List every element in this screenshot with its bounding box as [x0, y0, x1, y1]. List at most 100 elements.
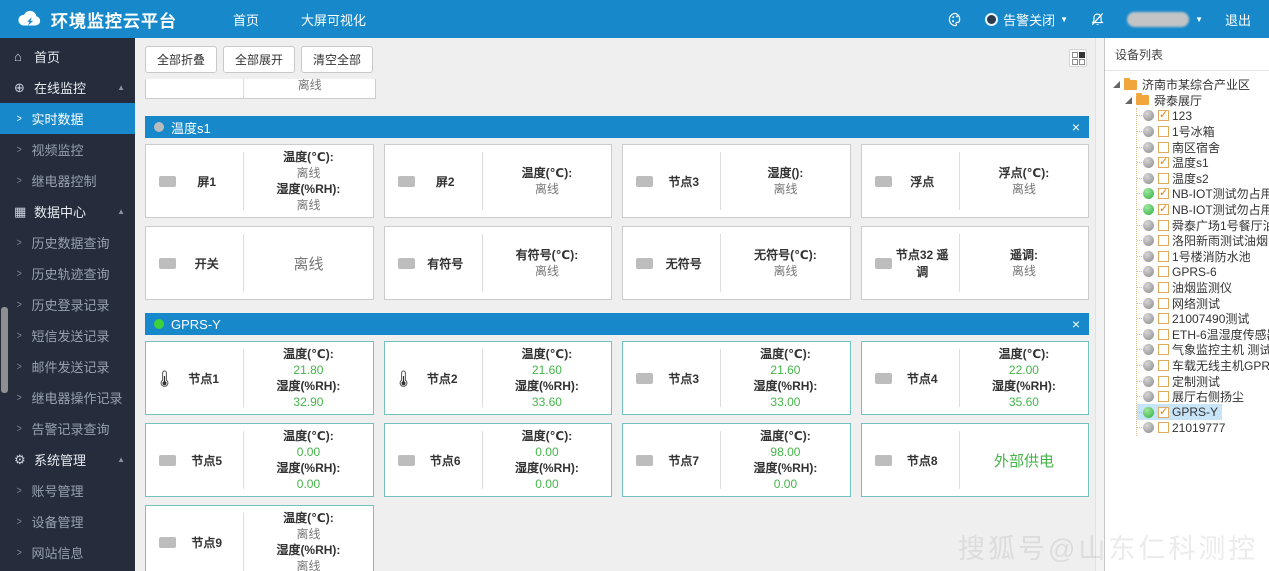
device-checkbox[interactable] — [1158, 235, 1169, 246]
device-checkbox[interactable] — [1158, 173, 1169, 184]
toolbar-button-0[interactable]: 全部折叠 — [145, 46, 217, 73]
panel-close-icon[interactable] — [1072, 317, 1080, 331]
device-checkbox[interactable] — [1158, 266, 1169, 277]
device-tree-item[interactable]: 油烟监测仪 — [1137, 280, 1236, 296]
device-checkbox[interactable] — [1158, 188, 1169, 199]
device-card[interactable]: 节点3 湿度():离线 — [622, 144, 851, 218]
device-tree-item[interactable]: 温度s1 — [1137, 155, 1213, 171]
sidebar-item-11[interactable]: > 继电器操作记录 — [0, 382, 135, 413]
device-checkbox[interactable] — [1158, 329, 1169, 340]
device-card[interactable]: 开关 离线 — [145, 226, 374, 300]
device-tree-item[interactable]: GPRS-Y — [1137, 404, 1222, 420]
device-tree-item[interactable]: ETH-6温湿度传感器 — [1137, 327, 1269, 343]
sidebar-item-2[interactable]: > 实时数据 — [0, 103, 135, 134]
device-tree-item[interactable]: 南区宿舍 — [1137, 139, 1224, 155]
device-card-partial[interactable]: 离线 — [145, 79, 376, 99]
tree-sub-folder[interactable]: 舜泰展厅 — [1125, 93, 1206, 109]
device-tree-item[interactable]: NB-IOT测试勿占用210 — [1137, 202, 1269, 218]
device-checkbox[interactable] — [1158, 376, 1169, 387]
device-checkbox[interactable] — [1158, 344, 1169, 355]
panel-header[interactable]: 温度s1 — [145, 116, 1089, 138]
device-card[interactable]: 节点7 温度(℃):98.00湿度(%RH):0.00 — [622, 423, 851, 497]
device-tree-item[interactable]: 1号冰箱 — [1137, 124, 1219, 140]
device-tree-item[interactable]: 123 — [1137, 108, 1196, 124]
device-card[interactable]: 浮点 浮点(℃):离线 — [861, 144, 1090, 218]
main-scrollbar[interactable] — [1095, 38, 1104, 571]
device-card[interactable]: 节点8 外部供电 — [861, 423, 1090, 497]
device-checkbox[interactable] — [1158, 422, 1169, 433]
device-card[interactable]: 节点3 温度(℃):21.60湿度(%RH):33.00 — [622, 341, 851, 415]
user-menu[interactable] — [1127, 12, 1203, 27]
device-checkbox[interactable] — [1158, 142, 1169, 153]
device-tree-item[interactable]: 1号楼消防水池 — [1137, 249, 1255, 265]
logout-button[interactable]: 退出 — [1225, 10, 1251, 29]
device-checkbox[interactable] — [1158, 251, 1169, 262]
sidebar-item-7[interactable]: > 历史轨迹查询 — [0, 258, 135, 289]
tree-expand-icon[interactable] — [1113, 81, 1120, 88]
device-card[interactable]: 节点5 温度(℃):0.00湿度(%RH):0.00 — [145, 423, 374, 497]
device-tree-item[interactable]: 舜泰广场1号餐厅油烟检 — [1137, 217, 1269, 233]
device-checkbox[interactable] — [1158, 157, 1169, 168]
device-card[interactable]: 有符号 有符号(℃):离线 — [384, 226, 613, 300]
device-card[interactable]: 节点32 遥调 遥调:离线 — [861, 226, 1090, 300]
brand[interactable]: 环境监控云平台 — [16, 7, 177, 32]
sidebar-item-14[interactable]: > 账号管理 — [0, 475, 135, 506]
device-tree-item[interactable]: 21007490测试 — [1137, 311, 1253, 327]
sidebar-item-10[interactable]: > 邮件发送记录 — [0, 351, 135, 382]
panel-close-icon[interactable] — [1072, 120, 1080, 134]
device-checkbox[interactable] — [1158, 313, 1169, 324]
layout-grid-icon[interactable] — [1069, 49, 1087, 67]
alarm-toggle[interactable]: 告警关闭 — [985, 10, 1068, 29]
device-card[interactable]: 节点1 温度(℃):21.80湿度(%RH):32.90 — [145, 341, 374, 415]
device-tree-item[interactable]: 网络测试 — [1137, 295, 1224, 311]
sidebar-item-5[interactable]: ▦ 数据中心 — [0, 196, 135, 227]
sidebar-item-15[interactable]: > 设备管理 — [0, 506, 135, 537]
device-checkbox[interactable] — [1158, 298, 1169, 309]
nav-home[interactable]: 首页 — [215, 0, 277, 39]
device-card[interactable]: 节点2 温度(℃):21.60湿度(%RH):33.60 — [384, 341, 613, 415]
device-card[interactable]: 节点9 温度(℃):离线湿度(%RH):离线 — [145, 505, 374, 571]
device-card[interactable]: 屏2 温度(℃):离线 — [384, 144, 613, 218]
device-tree-item[interactable]: 车载无线主机GPRS-W — [1137, 358, 1269, 374]
device-card[interactable]: 无符号 无符号(℃):离线 — [622, 226, 851, 300]
device-tree-item[interactable]: 洛阳新雨测试油烟 — [1137, 233, 1269, 249]
sidebar-item-13[interactable]: ⚙ 系统管理 — [0, 444, 135, 475]
device-card[interactable]: 节点6 温度(℃):0.00湿度(%RH):0.00 — [384, 423, 613, 497]
device-checkbox[interactable] — [1158, 407, 1169, 418]
device-tree-item[interactable]: GPRS-6 — [1137, 264, 1221, 280]
sidebar-item-0[interactable]: ⌂ 首页 — [0, 41, 135, 72]
sidebar-item-3[interactable]: > 视频监控 — [0, 134, 135, 165]
theme-palette-icon[interactable] — [948, 12, 963, 27]
device-tree-item[interactable]: 21019777 — [1137, 420, 1229, 436]
device-checkbox[interactable] — [1158, 220, 1169, 231]
device-checkbox[interactable] — [1158, 282, 1169, 293]
device-checkbox[interactable] — [1158, 126, 1169, 137]
device-tree-item[interactable]: NB-IOT测试勿占用210 — [1137, 186, 1269, 202]
device-checkbox[interactable] — [1158, 360, 1169, 371]
device-tree-item[interactable]: 展厅右侧扬尘 — [1137, 389, 1248, 405]
sidebar-item-16[interactable]: > 网站信息 — [0, 537, 135, 568]
toolbar-button-1[interactable]: 全部展开 — [223, 46, 295, 73]
sidebar-item-8[interactable]: > 历史登录记录 — [0, 289, 135, 320]
device-checkbox[interactable] — [1158, 110, 1169, 121]
tree-root-folder[interactable]: 济南市某综合产业区 — [1113, 77, 1254, 93]
device-card[interactable]: 屏1 温度(℃):离线湿度(%RH):离线 — [145, 144, 374, 218]
sidebar-item-6[interactable]: > 历史数据查询 — [0, 227, 135, 258]
device-checkbox[interactable] — [1158, 204, 1169, 215]
device-tree-item[interactable]: 温度s2 — [1137, 171, 1213, 187]
sidebar-item-12[interactable]: > 告警记录查询 — [0, 413, 135, 444]
notification-muted-icon[interactable] — [1090, 12, 1105, 27]
device-checkbox[interactable] — [1158, 391, 1169, 402]
chevron-right-icon: > — [17, 299, 22, 311]
panel-header[interactable]: GPRS-Y — [145, 313, 1089, 335]
device-card[interactable]: 节点4 温度(℃):22.00湿度(%RH):35.60 — [861, 341, 1090, 415]
sidebar-item-1[interactable]: ⊕ 在线监控 — [0, 72, 135, 103]
device-tree-item[interactable]: 气象监控主机 测试中 — [1137, 342, 1269, 358]
toolbar-button-2[interactable]: 清空全部 — [301, 46, 373, 73]
nav-bigscreen[interactable]: 大屏可视化 — [283, 0, 384, 39]
sidebar-item-9[interactable]: > 短信发送记录 — [0, 320, 135, 351]
device-tree-item[interactable]: 定制测试 — [1137, 373, 1224, 389]
main-scrollbar-thumb[interactable] — [1, 307, 8, 393]
tree-expand-icon[interactable] — [1125, 97, 1132, 104]
sidebar-item-4[interactable]: > 继电器控制 — [0, 165, 135, 196]
